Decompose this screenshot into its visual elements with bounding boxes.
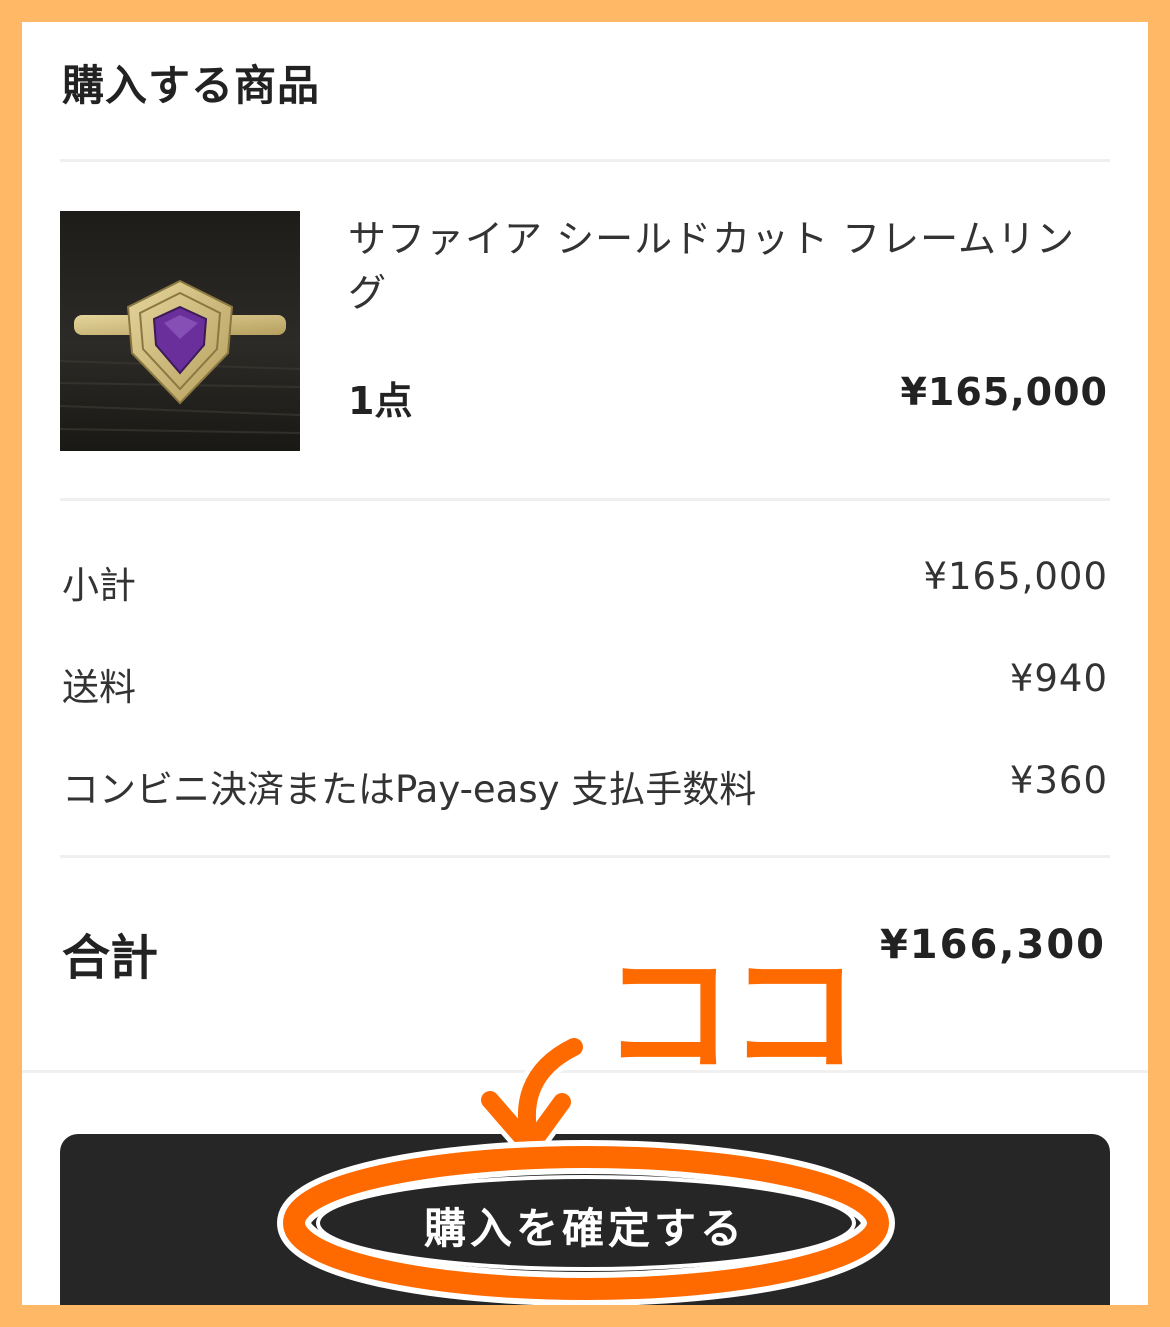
payment-fee-value: ¥360 — [1009, 759, 1108, 802]
curved-arrow-icon — [512, 1033, 588, 1154]
subtotal-label: 小計 — [62, 564, 136, 607]
annotation-text: ココ — [602, 939, 860, 1093]
section-title: 購入する商品 — [62, 61, 321, 110]
footer-divider — [22, 1070, 1148, 1073]
product-price: ¥165,000 — [900, 370, 1108, 414]
total-value: ¥166,300 — [879, 922, 1106, 968]
subtotal-value: ¥165,000 — [923, 555, 1108, 598]
confirm-purchase-button[interactable] — [60, 1134, 1110, 1305]
product-name: サファイア シールドカット フレームリング — [348, 217, 1076, 315]
product-quantity: 1点 — [348, 379, 413, 423]
divider — [60, 855, 1110, 858]
divider — [60, 159, 1110, 162]
total-label: 合計 — [62, 930, 159, 986]
purchase-panel: 購入する商品 サファイア シールドカット フレームリング 1点 ¥165,000… — [22, 22, 1148, 1305]
product-image[interactable] — [60, 211, 300, 451]
shipping-label: 送料 — [62, 666, 136, 709]
payment-fee-label: コンビニ決済またはPay-easy 支払手数料 — [62, 768, 757, 811]
shipping-value: ¥940 — [1009, 657, 1108, 700]
divider — [60, 498, 1110, 501]
